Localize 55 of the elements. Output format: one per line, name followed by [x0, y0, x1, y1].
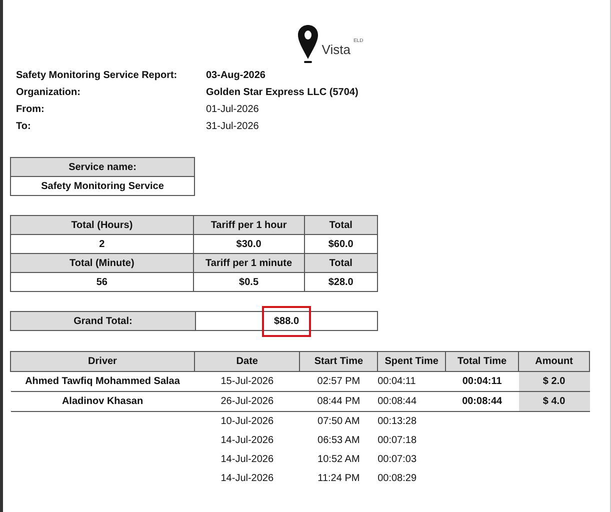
table-cell: $ 2.0: [542, 376, 566, 387]
table-header-cell: Total (Hours): [10, 216, 194, 234]
table-cell: 14-Jul-2026: [220, 435, 274, 446]
table-header-cell: Amount: [518, 352, 590, 372]
table-header-cell: Driver: [10, 352, 195, 372]
table-cell: 08:44 PM: [317, 396, 360, 407]
table-cell: Ahmed Tawfiq Mohammed Salaa: [25, 376, 180, 387]
table-header-cell: Tariff per 1 minute: [193, 254, 304, 272]
table-cell: $30.0: [193, 234, 304, 254]
table-cell: 11:24 PM: [318, 473, 360, 484]
info-label: Safety Monitoring Service Report:: [16, 70, 178, 81]
table-cell: 00:04:11: [378, 376, 416, 387]
table-cell: 02:57 PM: [317, 376, 360, 387]
info-label: To:: [16, 121, 32, 132]
info-label: Organization:: [16, 87, 82, 98]
table-header-cell: Start Time: [300, 352, 378, 372]
table-cell: 00:08:44: [378, 396, 417, 407]
table-cell: 00:04:11: [462, 376, 502, 387]
table-header-cell: Service name:: [10, 158, 194, 176]
map-pin-icon: [296, 24, 319, 64]
table-cell: 10-Jul-2026: [220, 416, 274, 427]
table-header-cell: Grand Total:: [10, 312, 196, 330]
info-label: From:: [16, 104, 46, 115]
table-header-cell: Total: [304, 216, 378, 234]
table-cell: 00:07:03: [378, 454, 417, 465]
table-cell: 56: [10, 272, 194, 292]
grand-total-value: $88.0: [262, 306, 312, 336]
table-cell: $0.5: [193, 272, 304, 292]
table-header-cell: Tariff per 1 hour: [193, 216, 304, 234]
table-cell: 14-Jul-2026: [220, 473, 274, 484]
table-cell: 26-Jul-2026: [220, 396, 274, 407]
table-cell: 06:53 AM: [318, 435, 360, 446]
table-cell: 10:52 AM: [318, 454, 360, 465]
info-value: 31-Jul-2026: [206, 121, 260, 132]
table-cell: 14-Jul-2026: [220, 454, 274, 465]
table-cell: $28.0: [304, 272, 378, 292]
table-cell: 00:07:18: [378, 435, 417, 446]
table-header-cell: Total Time: [446, 352, 519, 372]
info-value: 03-Aug-2026: [206, 70, 266, 81]
table-cell: Safety Monitoring Service: [10, 176, 194, 196]
table-cell: 00:13:28: [378, 416, 417, 427]
info-value: 01-Jul-2026: [206, 104, 260, 115]
table-cell: 07:50 AM: [318, 416, 360, 427]
table-header-cell: Total (Minute): [10, 254, 194, 272]
table-header-cell: Total: [304, 254, 378, 272]
table-cell: 00:08:44: [462, 396, 502, 407]
table-cell: $60.0: [304, 234, 378, 254]
table-cell: $ 4.0: [542, 396, 566, 407]
table-header-cell: Date: [194, 352, 300, 372]
table-cell: 15-Jul-2026: [220, 376, 274, 387]
table-cell: Aladinov Khasan: [62, 396, 144, 407]
table-cell: 00:08:29: [378, 473, 417, 484]
info-value: Golden Star Express LLC (5704): [206, 87, 360, 98]
table-cell: 2: [10, 234, 194, 254]
table-header-cell: Spent Time: [378, 352, 446, 372]
